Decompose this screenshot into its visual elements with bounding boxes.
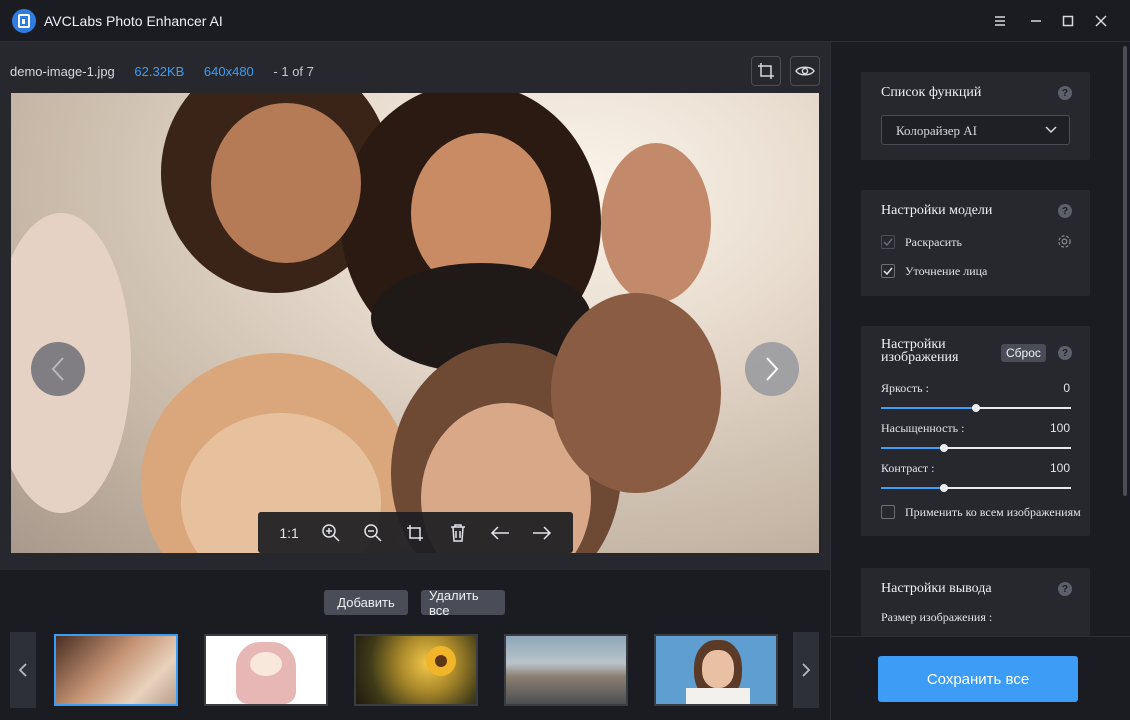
saturation-value: 100 <box>1049 421 1070 435</box>
prev-image-button[interactable] <box>31 342 85 396</box>
chevron-down-icon <box>1045 126 1057 134</box>
save-all-button[interactable]: Сохранить все <box>878 656 1078 702</box>
help-icon[interactable]: ? <box>1058 346 1072 360</box>
slider-thumb[interactable] <box>972 404 980 412</box>
brightness-label: Яркость : <box>881 381 929 395</box>
arrow-right-icon[interactable] <box>530 521 554 545</box>
settings-panel: Список функций ? Колорайзер AI Настройки… <box>830 42 1130 720</box>
file-dimensions: 640x480 <box>203 64 254 79</box>
reset-button[interactable]: Сброс <box>1001 344 1046 362</box>
zoom-out-icon[interactable] <box>361 521 385 545</box>
file-counter: - 1 of 7 <box>273 64 314 79</box>
image-settings-card: Настройки изображения Сброс ? Яркость : … <box>861 326 1090 536</box>
brightness-slider[interactable] <box>881 404 1071 412</box>
face-refine-label: Уточнение лица <box>905 264 988 278</box>
function-selected-value: Колорайзер AI <box>896 123 977 138</box>
panel-scrollbar[interactable] <box>1123 46 1127 496</box>
gear-icon[interactable] <box>1057 234 1072 254</box>
next-image-button[interactable] <box>745 342 799 396</box>
output-settings-card: Настройки вывода ? Размер изображения : <box>861 568 1090 636</box>
contrast-value: 100 <box>1049 461 1070 475</box>
apply-all-checkbox[interactable] <box>881 505 895 519</box>
help-icon[interactable]: ? <box>1058 86 1072 100</box>
app-title: AVCLabs Photo Enhancer AI <box>44 13 223 29</box>
preview-eye-icon[interactable] <box>790 56 820 86</box>
output-size-label: Размер изображения : <box>881 610 993 624</box>
saturation-label: Насыщенность : <box>881 421 965 435</box>
thumbs-prev-button[interactable] <box>10 632 36 708</box>
minimize-icon[interactable] <box>1022 8 1050 34</box>
zoom-in-icon[interactable] <box>319 521 343 545</box>
thumbnail[interactable] <box>654 634 778 706</box>
colorize-label: Раскрасить <box>905 235 962 249</box>
file-size: 62.32KB <box>134 64 185 79</box>
thumbs-next-button[interactable] <box>793 632 819 708</box>
thumbnail[interactable] <box>354 634 478 706</box>
help-icon[interactable]: ? <box>1058 204 1072 218</box>
image-settings-title: Настройки изображения <box>881 337 959 365</box>
colorize-checkbox[interactable] <box>881 235 895 249</box>
functions-title: Список функций <box>881 85 982 100</box>
brightness-value: 0 <box>1063 381 1070 395</box>
slider-thumb[interactable] <box>939 444 948 452</box>
trash-icon[interactable] <box>446 521 470 545</box>
file-name: demo-image-1.jpg <box>10 64 115 79</box>
slider-thumb[interactable] <box>939 484 948 492</box>
face-refine-checkbox[interactable] <box>881 264 895 278</box>
model-settings-card: Настройки модели ? Раскрасить Уточнение … <box>861 190 1090 296</box>
close-icon[interactable] <box>1087 8 1115 34</box>
contrast-label: Контраст : <box>881 461 935 475</box>
thumbnail[interactable] <box>204 634 328 706</box>
output-settings-title: Настройки вывода <box>881 581 992 596</box>
saturation-slider[interactable] <box>881 444 1071 452</box>
apply-all-label: Применить ко всем изображениям <box>905 505 1081 519</box>
delete-all-button[interactable]: Удалить все <box>421 588 505 618</box>
file-info: demo-image-1.jpg 62.32KB 640x480 - 1 of … <box>10 64 330 79</box>
model-settings-title: Настройки модели <box>881 203 993 218</box>
title-bar: AVCLabs Photo Enhancer AI <box>0 0 1130 42</box>
thumbnail[interactable] <box>54 634 178 706</box>
maximize-icon[interactable] <box>1054 8 1082 34</box>
preview-area: demo-image-1.jpg 62.32KB 640x480 - 1 of … <box>0 42 830 570</box>
panel-divider <box>831 636 1130 637</box>
function-select[interactable]: Колорайзер AI <box>881 115 1070 145</box>
help-icon[interactable]: ? <box>1058 582 1072 596</box>
arrow-left-icon[interactable] <box>488 521 512 545</box>
thumbnail-strip: Добавить Удалить все <box>0 570 830 720</box>
actual-size-button[interactable]: 1:1 <box>277 521 301 545</box>
add-button[interactable]: Добавить <box>324 590 408 615</box>
thumbnail[interactable] <box>504 634 628 706</box>
app-logo-icon <box>12 9 36 33</box>
crop-icon[interactable] <box>751 56 781 86</box>
image-toolbar: 1:1 <box>258 512 573 553</box>
functions-card: Список функций ? Колорайзер AI <box>861 72 1090 160</box>
menu-icon[interactable] <box>986 8 1014 34</box>
contrast-slider[interactable] <box>881 484 1071 492</box>
main-photo <box>11 93 819 553</box>
crop-tool-icon[interactable] <box>403 521 427 545</box>
